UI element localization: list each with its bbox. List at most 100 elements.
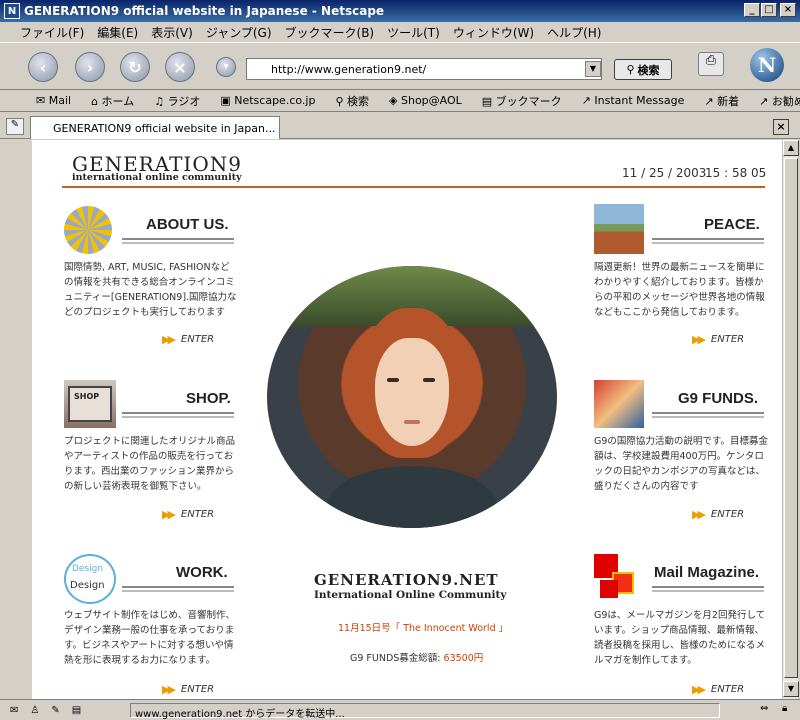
menu-bookmarks[interactable]: ブックマーク(B) [285, 24, 375, 41]
menu-go[interactable]: ジャンプ(G) [206, 24, 272, 41]
shop-image[interactable]: SHOP [64, 380, 116, 428]
enter-arrows-icon: ▶▶ [692, 683, 706, 696]
aim-status-icon[interactable]: ♙ [30, 705, 39, 716]
header-date: 11 / 25 / 2003 [622, 166, 707, 180]
minimize-button[interactable]: _ [744, 3, 760, 17]
shop-enter[interactable]: ▶▶ ENTER [162, 508, 214, 521]
new-tab-icon[interactable]: ✎ [6, 118, 24, 135]
shop-image-sign: SHOP [74, 392, 100, 401]
menu-view[interactable]: 表示(V) [151, 24, 193, 41]
enter-label: ENTER [710, 334, 745, 345]
pt-bookmarks-label: ブックマーク [495, 94, 562, 108]
menu-bar: ファイル(F) 編集(E) 表示(V) ジャンプ(G) ブックマーク(B) ツー… [0, 22, 800, 42]
status-bar: ✉ ♙ ✎ ▤ www.generation9.net からデータを転送中...… [0, 699, 800, 720]
vertical-scrollbar[interactable]: ▲ ▼ [782, 140, 799, 699]
pt-new-label: 新着 [717, 94, 740, 108]
funds-image[interactable] [594, 380, 644, 428]
enter-arrows-icon: ▶▶ [162, 333, 176, 346]
menu-tools[interactable]: ツール(T) [387, 24, 440, 41]
url-history-button[interactable]: ▼ [585, 61, 601, 77]
site-logo-subtitle: international online community [72, 172, 242, 183]
header-time: 15 : 58 05 [705, 166, 767, 180]
enter-arrows-icon: ▶▶ [692, 508, 706, 521]
pt-radio[interactable]: ♫ ラジオ [154, 93, 210, 109]
peace-enter[interactable]: ▶▶ ENTER [692, 333, 744, 346]
forward-button[interactable]: › [75, 52, 105, 82]
funds-rule [652, 412, 764, 418]
mail-magazine-image[interactable] [594, 554, 644, 604]
shop-text: プロジェクトに関連したオリジナル商品やアーティストの作品の販売を行っております。… [64, 436, 236, 492]
work-image-text-2: Design [70, 580, 105, 591]
shop-title[interactable]: SHOP. [186, 390, 231, 407]
news-link[interactable]: 11月15日号「 The Innocent World 」 [338, 620, 508, 634]
pt-new[interactable]: ↗ 新着 [704, 93, 749, 109]
search-button-label: 検索 [637, 63, 660, 77]
funds-text: G9の国際協力活動の説明です。目標募金額は、学校建設費用400万円。ケンタロック… [594, 436, 768, 492]
netscape-logo[interactable]: N [750, 48, 784, 82]
center-title: GENERATION9.NET [314, 571, 499, 589]
center-photo[interactable] [267, 266, 557, 528]
composer-status-icon[interactable]: ✎ [51, 705, 59, 716]
pt-shop[interactable]: ◈ Shop@AOL [389, 94, 472, 107]
work-title[interactable]: WORK. [176, 564, 228, 581]
menu-window[interactable]: ウィンドウ(W) [453, 24, 534, 41]
about-us-enter[interactable]: ▶▶ ENTER [162, 333, 214, 346]
stop-button[interactable]: × [165, 52, 195, 82]
address-book-status-icon[interactable]: ▤ [72, 705, 81, 716]
funds-enter[interactable]: ▶▶ ENTER [692, 508, 744, 521]
peace-title[interactable]: PEACE. [704, 216, 760, 233]
close-button[interactable]: × [780, 3, 796, 17]
work-image[interactable]: Design Design [64, 554, 116, 604]
enter-arrows-icon: ▶▶ [162, 508, 176, 521]
security-lock-icon: 🔒︎ [782, 703, 788, 714]
menu-edit[interactable]: 編集(E) [97, 24, 138, 41]
maximize-button[interactable]: □ [761, 3, 777, 17]
search-button[interactable]: ⚲ 検索 [614, 59, 672, 80]
menu-file[interactable]: ファイル(F) [20, 24, 84, 41]
reload-button[interactable]: ↻ [120, 52, 150, 82]
center-subtitle: International Online Community [314, 589, 507, 601]
about-us-image[interactable] [64, 206, 112, 254]
work-image-text-1: Design [72, 564, 104, 574]
funds-total-label: G9 FUNDS募金総額: [350, 653, 444, 664]
page-content: GENERATION9 international online communi… [32, 140, 782, 699]
peace-rule [652, 238, 764, 244]
enter-label: ENTER [180, 509, 215, 520]
work-enter[interactable]: ▶▶ ENTER [162, 683, 214, 696]
pt-recommend-label: お勧め [771, 94, 800, 108]
pt-search-label: 検索 [347, 94, 370, 108]
funds-title[interactable]: G9 FUNDS. [678, 390, 758, 407]
back-button[interactable]: ‹ [28, 52, 58, 82]
personal-toolbar: ✉ Mail ⌂ ホーム ♫ ラジオ ▣ Netscape.co.jp ⚲ 検索… [0, 90, 800, 112]
peace-text: 隔週更新！世界の最新ニュースを簡単にわかりやすく紹介しております。皆様からの平和… [594, 262, 765, 318]
mail-magazine-text: G9は、メールマガジンを月2回発行しています。ショップ商品情報、最新情報、読者投… [594, 610, 766, 666]
print-icon[interactable]: ⎙ [698, 52, 724, 76]
address-dropdown-icon[interactable]: ▾ [216, 57, 236, 77]
enter-label: ENTER [180, 334, 215, 345]
work-rule [122, 586, 234, 592]
pt-recommend[interactable]: ↗ お勧め [759, 93, 800, 109]
tab-generation9[interactable]: GENERATION9 official website in Japan... [30, 116, 280, 139]
pt-bookmarks[interactable]: ▤ ブックマーク [482, 93, 572, 109]
mail-magazine-title[interactable]: Mail Magazine. [654, 564, 759, 581]
pt-search[interactable]: ⚲ 検索 [335, 93, 379, 109]
enter-label: ENTER [180, 684, 215, 695]
peace-image[interactable] [594, 204, 644, 254]
pt-home[interactable]: ⌂ ホーム [91, 93, 144, 109]
pt-instant-message[interactable]: ↗ Instant Message [582, 94, 695, 107]
pt-mail[interactable]: ✉ Mail [36, 94, 81, 107]
about-us-title[interactable]: ABOUT US. [146, 216, 229, 233]
enter-arrows-icon: ▶▶ [162, 683, 176, 696]
mail-status-icon[interactable]: ✉ [10, 705, 18, 716]
menu-help[interactable]: ヘルプ(H) [547, 24, 601, 41]
mail-magazine-enter[interactable]: ▶▶ ENTER [692, 683, 744, 696]
pt-home-label: ホーム [101, 94, 135, 108]
url-input[interactable]: http://www.generation9.net/ [246, 58, 602, 80]
scrollbar-thumb[interactable] [784, 158, 798, 678]
scroll-up-button[interactable]: ▲ [783, 140, 799, 156]
pt-netscape[interactable]: ▣ Netscape.co.jp [220, 94, 325, 107]
enter-arrows-icon: ▶▶ [692, 333, 706, 346]
connection-icon: ⇔ [760, 703, 769, 714]
close-tab-button[interactable]: × [773, 119, 789, 135]
scroll-down-button[interactable]: ▼ [783, 681, 799, 697]
